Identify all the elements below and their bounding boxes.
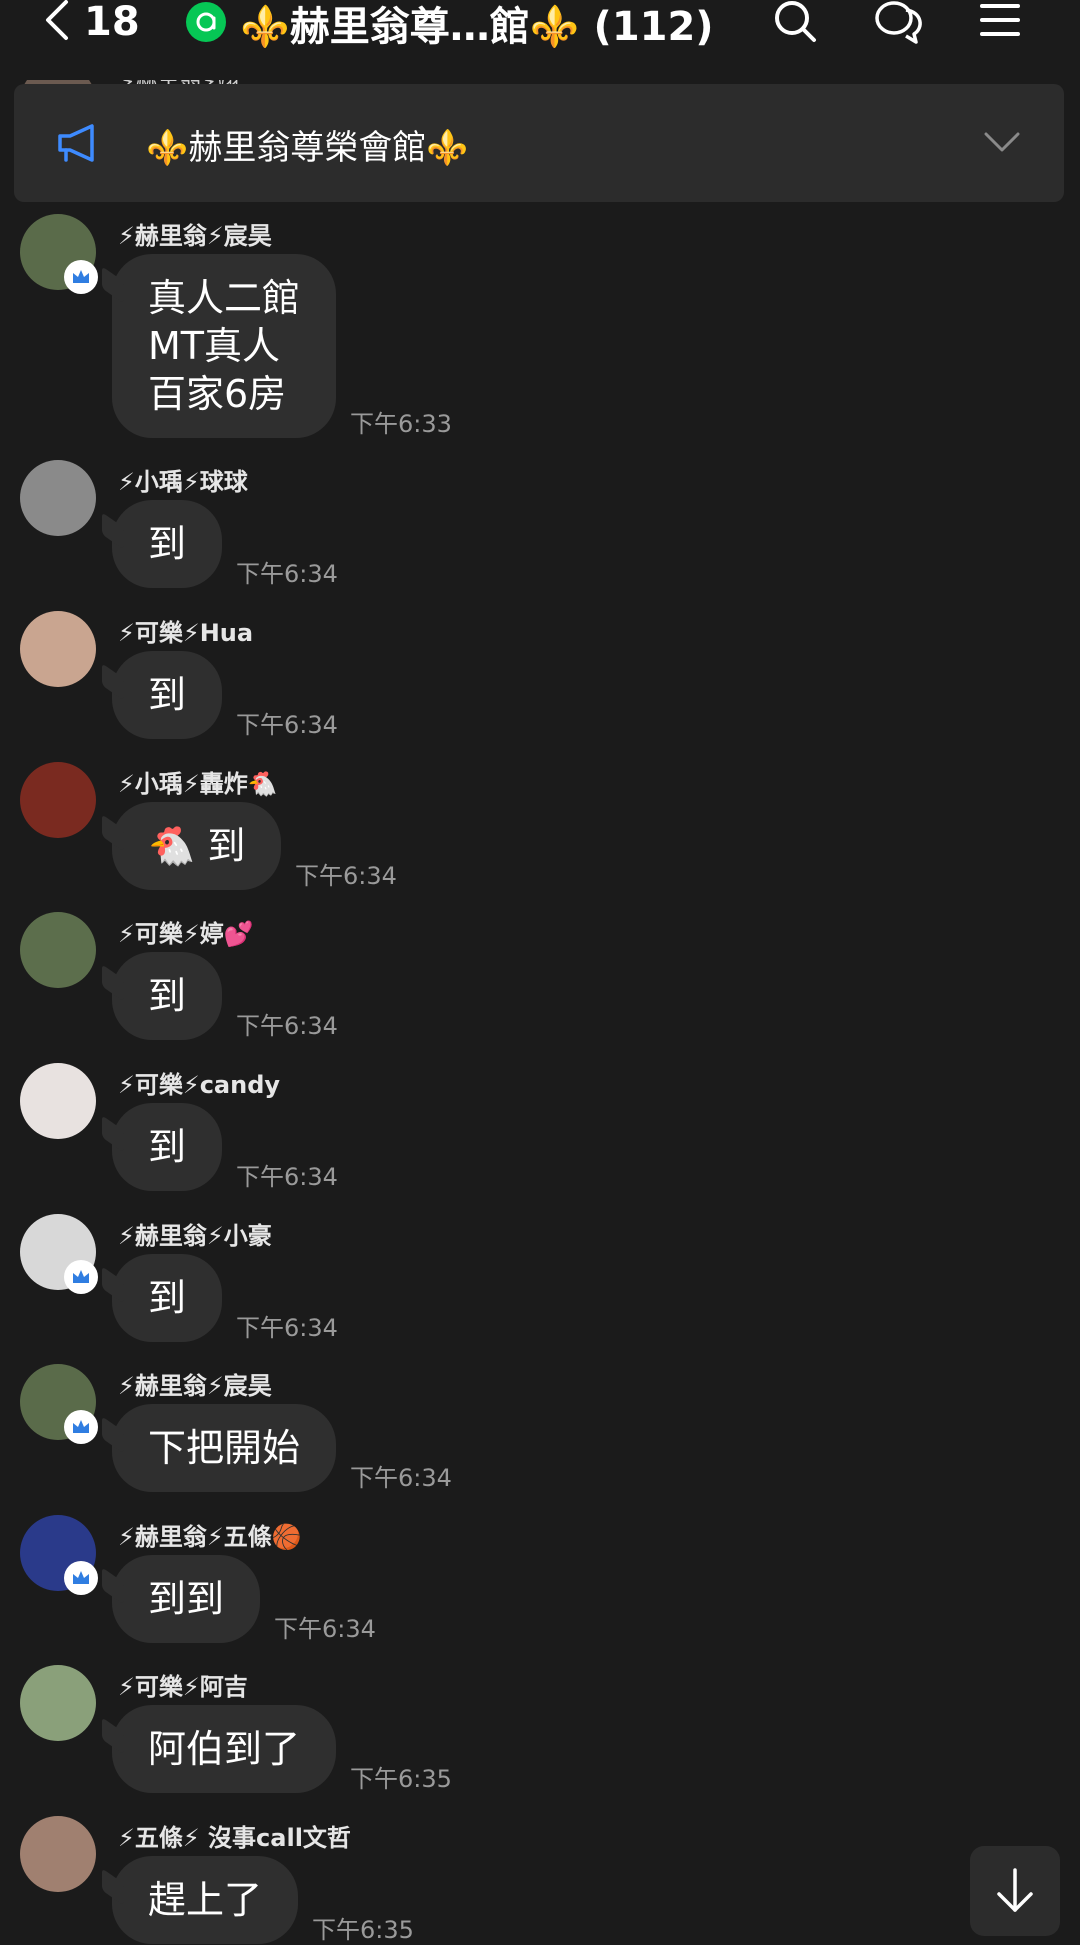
message-bubble[interactable]: 到: [112, 952, 223, 1040]
avatar[interactable]: [20, 611, 96, 687]
announcement-text: ⚜️赫里翁尊榮會館⚜️: [146, 128, 469, 168]
message-timestamp: 下午6:33: [350, 410, 452, 438]
chevron-down-icon[interactable]: [982, 126, 1022, 158]
message-timestamp: 下午6:34: [350, 1464, 452, 1492]
hamburger-menu-icon: [980, 4, 1020, 36]
sender-name: ⚡可樂⚡candy: [118, 1071, 281, 1099]
message-timestamp: 下午6:34: [236, 711, 338, 739]
search-button[interactable]: [768, 0, 824, 44]
message-bubble[interactable]: 到: [112, 651, 223, 739]
message-bubble[interactable]: 真人二館 MT真人 百家6房: [112, 254, 337, 438]
sender-name: ⚡小瑀⚡球球: [118, 468, 248, 496]
avatar[interactable]: [20, 1063, 96, 1139]
message-bubble[interactable]: 阿伯到了: [112, 1705, 337, 1793]
message-bubble[interactable]: 到: [112, 1254, 223, 1342]
sender-name: ⚡可樂⚡阿吉: [118, 1673, 248, 1701]
menu-button[interactable]: [974, 0, 1030, 44]
sender-name: ⚡赫里翁⚡宸昊: [118, 1372, 272, 1400]
message-timestamp: 下午6:34: [236, 1012, 338, 1040]
avatar[interactable]: [20, 1665, 96, 1741]
chevron-left-icon: [40, 0, 76, 46]
message-timestamp: 下午6:34: [295, 862, 397, 890]
chat-title[interactable]: ⚜️赫里翁尊…館⚜️ (112): [240, 0, 714, 52]
message-timestamp: 下午6:35: [312, 1916, 414, 1944]
avatar[interactable]: [20, 460, 96, 536]
message-bubble[interactable]: 到到: [112, 1555, 261, 1643]
announcement-banner[interactable]: ⚜️赫里翁尊榮會館⚜️: [14, 84, 1064, 202]
avatar[interactable]: [20, 762, 96, 838]
megaphone-icon: [58, 124, 94, 162]
message-bubble[interactable]: 到: [112, 1103, 223, 1191]
message-bubble[interactable]: 到: [112, 500, 223, 588]
chat-bubbles-icon: [875, 1, 922, 44]
sender-name: ⚡可樂⚡Hua: [118, 619, 254, 647]
crown-icon: [64, 1410, 98, 1444]
message-timestamp: 下午6:34: [274, 1615, 376, 1643]
message-timestamp: 下午6:34: [236, 1163, 338, 1191]
message-timestamp: 下午6:35: [350, 1765, 452, 1793]
message-bubble[interactable]: 趕上了: [112, 1856, 299, 1944]
unread-count: 18: [84, 0, 140, 45]
message-bubble[interactable]: 下把開始: [112, 1404, 337, 1492]
message-timestamp: 下午6:34: [236, 1314, 338, 1342]
crown-icon: [64, 260, 98, 294]
message-timestamp: 下午6:34: [236, 560, 338, 588]
crown-icon: [64, 1260, 98, 1294]
sender-name: ⚡赫里翁⚡五條🏀: [118, 1523, 302, 1551]
crown-icon: [64, 1561, 98, 1595]
avatar[interactable]: [20, 1816, 96, 1892]
search-icon: [775, 1, 816, 42]
sender-name: ⚡可樂⚡婷💕: [118, 920, 254, 948]
avatar[interactable]: [20, 912, 96, 988]
sender-name: ⚡五條⚡ 沒事call文哲: [118, 1824, 351, 1852]
message-bubble[interactable]: 🐔 到: [112, 802, 282, 890]
back-button[interactable]: 18: [40, 0, 140, 46]
chat-header: 18 ⚜️赫里翁尊…館⚜️ (112): [0, 0, 1080, 80]
arrow-down-icon: [997, 1868, 1033, 1912]
scroll-to-bottom-button[interactable]: [970, 1846, 1060, 1936]
sender-name: ⚡赫里翁⚡小豪: [118, 1222, 272, 1250]
verified-badge-icon: [186, 2, 226, 42]
sender-name: ⚡小瑀⚡轟炸🐔: [118, 770, 278, 798]
sender-name: ⚡赫里翁⚡宸昊: [118, 222, 272, 250]
threads-button[interactable]: [872, 0, 928, 44]
